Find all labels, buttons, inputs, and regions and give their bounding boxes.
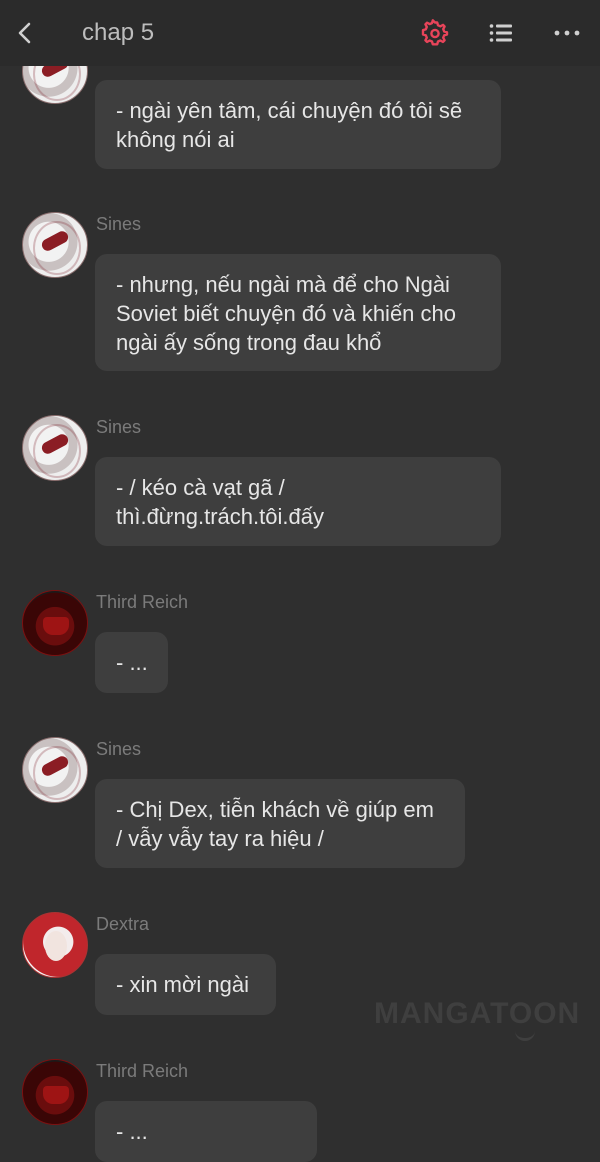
message-text: - ... (116, 650, 148, 675)
message-text: không nói ai (116, 127, 235, 152)
avatar[interactable] (22, 415, 88, 481)
message-bubble: - xin mời ngài (95, 954, 276, 1015)
sender-name: Third Reich (96, 592, 189, 612)
sender-name: Dextra (96, 914, 150, 934)
avatar[interactable] (22, 212, 88, 278)
chapter-list-button[interactable] (486, 18, 516, 48)
message-text: - nhưng, nếu ngài mà để cho Ngài (116, 272, 450, 297)
message-bubble: - Chị Dex, tiễn khách về giúp em / vẫy v… (95, 779, 465, 868)
message-text: / vẫy vẫy tay ra hiệu / (116, 826, 324, 851)
message-text: Soviet biết chuyện đó và khiến cho (116, 301, 457, 326)
watermark-smile-icon (515, 1030, 535, 1041)
sender-name: Third Reich (96, 1061, 189, 1081)
watermark-logo: MANGATOON (374, 997, 581, 1030)
message-bubble: - ... (95, 632, 168, 693)
message-text: - Chị Dex, tiễn khách về giúp em (116, 797, 434, 822)
top-app-bar: chap 5 (0, 0, 600, 66)
back-button[interactable] (10, 18, 40, 48)
message-text: - ... (116, 1119, 148, 1144)
sender-name: Sines (96, 739, 142, 759)
message-text: ngài ấy sống trong đau khổ (116, 330, 382, 355)
avatar[interactable] (22, 737, 88, 803)
message-bubble: - ... (95, 1101, 317, 1162)
sender-name: Sines (96, 417, 142, 437)
page-title: chap 5 (82, 19, 155, 46)
chevron-left-icon (18, 22, 31, 44)
avatar[interactable] (22, 590, 88, 656)
message-bubble: - ngài yên tâm, cái chuyện đó tôi sẽ khô… (95, 80, 501, 169)
avatar[interactable] (22, 912, 88, 978)
message-bubble: - / kéo cà vạt gã / thì.đừng.trách.tôi.đ… (95, 457, 501, 546)
avatar[interactable] (22, 1059, 88, 1125)
sender-name: Sines (96, 214, 142, 234)
message-text: thì.đừng.trách.tôi.đấy (116, 504, 324, 529)
message-text: - ngài yên tâm, cái chuyện đó tôi sẽ (116, 98, 463, 123)
more-options-button[interactable] (552, 18, 582, 48)
message-text: - / kéo cà vạt gã / (116, 475, 285, 500)
list-icon (489, 24, 512, 42)
more-dots-icon (554, 30, 580, 36)
settings-button[interactable] (420, 18, 450, 48)
message-text: - xin mời ngài (116, 972, 250, 997)
message-bubble: - nhưng, nếu ngài mà để cho Ngài Soviet … (95, 254, 501, 371)
chat-feed[interactable]: - ngài yên tâm, cái chuyện đó tôi sẽ khô… (0, 0, 600, 1162)
gear-icon (421, 19, 449, 46)
